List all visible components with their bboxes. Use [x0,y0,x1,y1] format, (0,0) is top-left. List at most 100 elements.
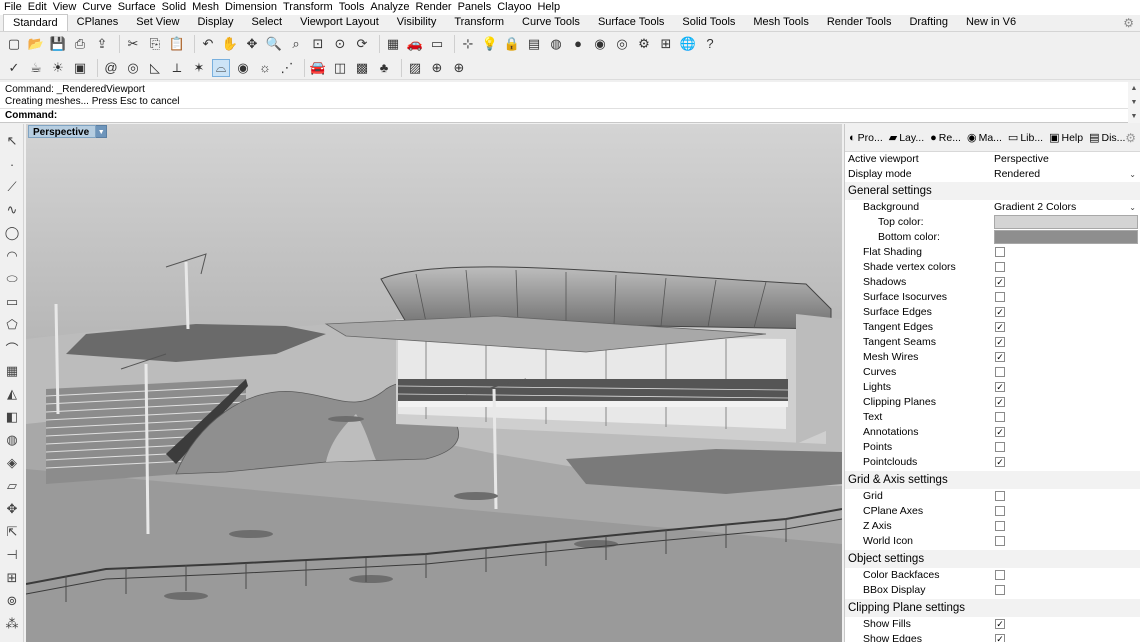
zoom-window-icon[interactable]: ⌕ [287,35,305,53]
menu-clayoo[interactable]: Clayoo [496,0,536,15]
tab-new-in-v6[interactable]: New in V6 [957,14,1025,31]
point-icon[interactable]: · [3,155,21,173]
select-arrow-icon[interactable]: ↖ [3,132,21,150]
panel-tab-layers[interactable]: ▰ Lay... [887,129,928,147]
menu-solid[interactable]: Solid [161,0,191,15]
sphere-icon[interactable]: ● [569,35,587,53]
box-solid-icon[interactable]: ◧ [3,408,21,426]
menu-edit[interactable]: Edit [27,0,52,15]
copy-icon[interactable]: ⎘ [146,35,164,53]
setting-shadows-checkbox[interactable]: ✓ [995,277,1005,287]
light-icon[interactable]: 💡 [481,35,499,53]
ellipse-icon[interactable]: ⬭ [3,270,21,288]
circle-icon[interactable]: ◯ [3,224,21,242]
setting-show-fills-checkbox[interactable]: ✓ [995,619,1005,629]
tab-standard[interactable]: Standard [3,14,68,31]
material-sphere-icon[interactable]: ◎ [613,35,631,53]
panel-tab-libraries[interactable]: ▭ Lib... [1006,129,1047,147]
spotlight-icon[interactable]: ⟂ [168,59,186,77]
tab-solid-tools[interactable]: Solid Tools [673,14,744,31]
menu-dimension[interactable]: Dimension [224,0,282,15]
grid-axis-settings-header[interactable]: Grid & Axis settings [845,471,1140,489]
undo-icon[interactable]: ↶ [199,35,217,53]
setting-flat-shading-checkbox[interactable] [995,247,1005,257]
zoom-icon[interactable]: 🔍 [265,35,283,53]
setting-lights-checkbox[interactable]: ✓ [995,382,1005,392]
tab-render-tools[interactable]: Render Tools [818,14,901,31]
setting-text-checkbox[interactable] [995,412,1005,422]
curve-icon[interactable]: ∿ [3,201,21,219]
target-icon[interactable]: ◉ [234,59,252,77]
cut-icon[interactable]: ✂ [124,35,142,53]
command-scrollbar[interactable]: ▲ ▼ ▼ [1128,82,1140,123]
top-color-swatch[interactable] [994,215,1138,229]
command-input[interactable] [57,110,1117,122]
menu-surface[interactable]: Surface [117,0,161,15]
sun-teapot-icon[interactable]: ☀ [49,59,67,77]
tab-drafting[interactable]: Drafting [900,14,957,31]
color-wheel-icon[interactable]: ◍ [547,35,565,53]
setting-tangent-seams-checkbox[interactable]: ✓ [995,337,1005,347]
tab-display[interactable]: Display [188,14,242,31]
background-select[interactable]: Gradient 2 Colors ⌄ [994,200,1139,214]
setting-curves-checkbox[interactable] [995,367,1005,377]
teapot-icon[interactable]: ☕ [27,59,45,77]
box-icon[interactable]: ◫ [331,59,349,77]
ring-icon[interactable]: ◎ [124,59,142,77]
check-icon[interactable]: ✓ [5,59,23,77]
directional-light-icon[interactable]: ⋰ [278,59,296,77]
panel-tab-display[interactable]: ▤ Dis... [1087,129,1129,147]
texture-icon[interactable]: ▨ [406,59,424,77]
paste-icon[interactable]: 📋 [168,35,186,53]
setting-clipping-planes-checkbox[interactable]: ✓ [995,397,1005,407]
protractor-icon[interactable]: ◺ [146,59,164,77]
menu-panels[interactable]: Panels [457,0,497,15]
panel-tab-properties[interactable]: ◐ Pro... [847,129,887,147]
menu-mesh[interactable]: Mesh [191,0,224,15]
sphere-solid-icon[interactable]: ◍ [3,431,21,449]
menu-render[interactable]: Render [415,0,457,15]
tab-viewport-layout[interactable]: Viewport Layout [291,14,388,31]
extrude-icon[interactable]: ◭ [3,385,21,403]
crosshair-icon[interactable]: ⊕ [450,59,468,77]
car-icon[interactable]: 🚗 [406,35,424,53]
grid-snap-icon[interactable]: ⊞ [657,35,675,53]
tab-set-view[interactable]: Set View [127,14,188,31]
scroll-up-icon[interactable]: ▲ [1131,85,1138,92]
tab-transform[interactable]: Transform [445,14,513,31]
tab-surface-tools[interactable]: Surface Tools [589,14,673,31]
setting-bbox-display-checkbox[interactable] [995,585,1005,595]
arc-icon[interactable]: ◠ [3,247,21,265]
tab-cplanes[interactable]: CPlanes [68,14,128,31]
fillet-curve-icon[interactable]: ⌒ [3,339,21,357]
array-icon[interactable]: ⊞ [3,569,21,587]
setting-pointclouds-checkbox[interactable]: ✓ [995,457,1005,467]
save-icon[interactable]: 💾 [49,35,67,53]
new-icon[interactable]: ▢ [5,35,23,53]
zoom-selected-icon[interactable]: ⊙ [331,35,349,53]
setting-shade-vertex-colors-checkbox[interactable] [995,262,1005,272]
menu-file[interactable]: File [3,0,27,15]
menu-view[interactable]: View [52,0,82,15]
transform-icon[interactable]: ⇱ [3,523,21,541]
object-settings-header[interactable]: Object settings [845,550,1140,568]
general-settings-header[interactable]: General settings [845,182,1140,200]
import-icon[interactable]: ⇪ [93,35,111,53]
gear-icon[interactable]: ⚙ [1123,16,1134,30]
four-viewports-icon[interactable]: ▦ [384,35,402,53]
panel-tab-help[interactable]: ▣ Help [1047,129,1087,147]
globe-icon[interactable]: 🌐 [679,35,697,53]
setting-show-edges-checkbox[interactable]: ✓ [995,634,1005,642]
dimension-icon[interactable]: ⊣ [3,546,21,564]
tab-select[interactable]: Select [243,14,292,31]
print-icon[interactable]: ⎙ [71,35,89,53]
analyze-icon[interactable]: ⁂ [3,615,21,633]
menu-help[interactable]: Help [536,0,565,15]
setting-tangent-edges-checkbox[interactable]: ✓ [995,322,1005,332]
viewport-menu-chevron-icon[interactable]: ▼ [96,125,108,138]
viewport-title[interactable]: Perspective [28,125,97,138]
cplane-icon[interactable]: ⊹ [459,35,477,53]
tab-curve-tools[interactable]: Curve Tools [513,14,589,31]
tab-visibility[interactable]: Visibility [388,14,446,31]
lock-icon[interactable]: 🔒 [503,35,521,53]
